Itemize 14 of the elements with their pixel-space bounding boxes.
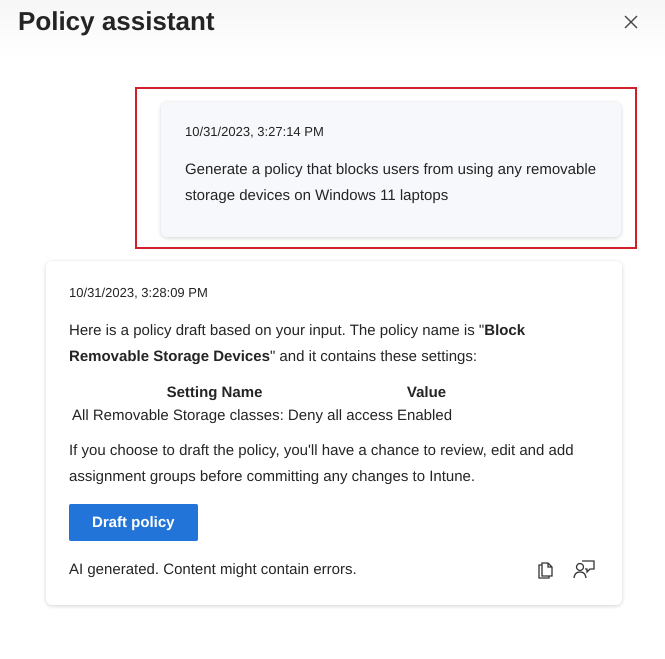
close-icon[interactable] <box>623 14 639 30</box>
table-cell-text: Enabled <box>396 407 454 424</box>
disclaimer-text: AI generated. Content might contain errors. <box>69 560 357 578</box>
column-header: Setting Name <box>166 383 264 403</box>
message-text: Generate a policy that blocks users from using any removable storage devices on Windows 11 laptops <box>185 160 597 206</box>
panel-title: Policy assistant <box>18 6 215 37</box>
feedback-icon[interactable] <box>573 559 595 579</box>
column-header: Value <box>406 383 448 403</box>
draft-policy-button[interactable]: Draft policy <box>69 504 198 541</box>
table-cell-text: All Removable Storage classes: Deny all access <box>72 407 394 424</box>
message-text: Here is a policy draft based on your input. The policy name is "Block Removable Storage Devices" and it contains these settings: <box>69 321 526 367</box>
message-timestamp: 10/31/2023, 3:27:14 PM <box>185 124 325 139</box>
message-timestamp: 10/31/2023, 3:28:09 PM <box>69 285 209 300</box>
message-text: If you choose to draft the policy, you'll have a chance to review, edit and add assignment groups before committing any changes to Intune. <box>69 441 575 487</box>
